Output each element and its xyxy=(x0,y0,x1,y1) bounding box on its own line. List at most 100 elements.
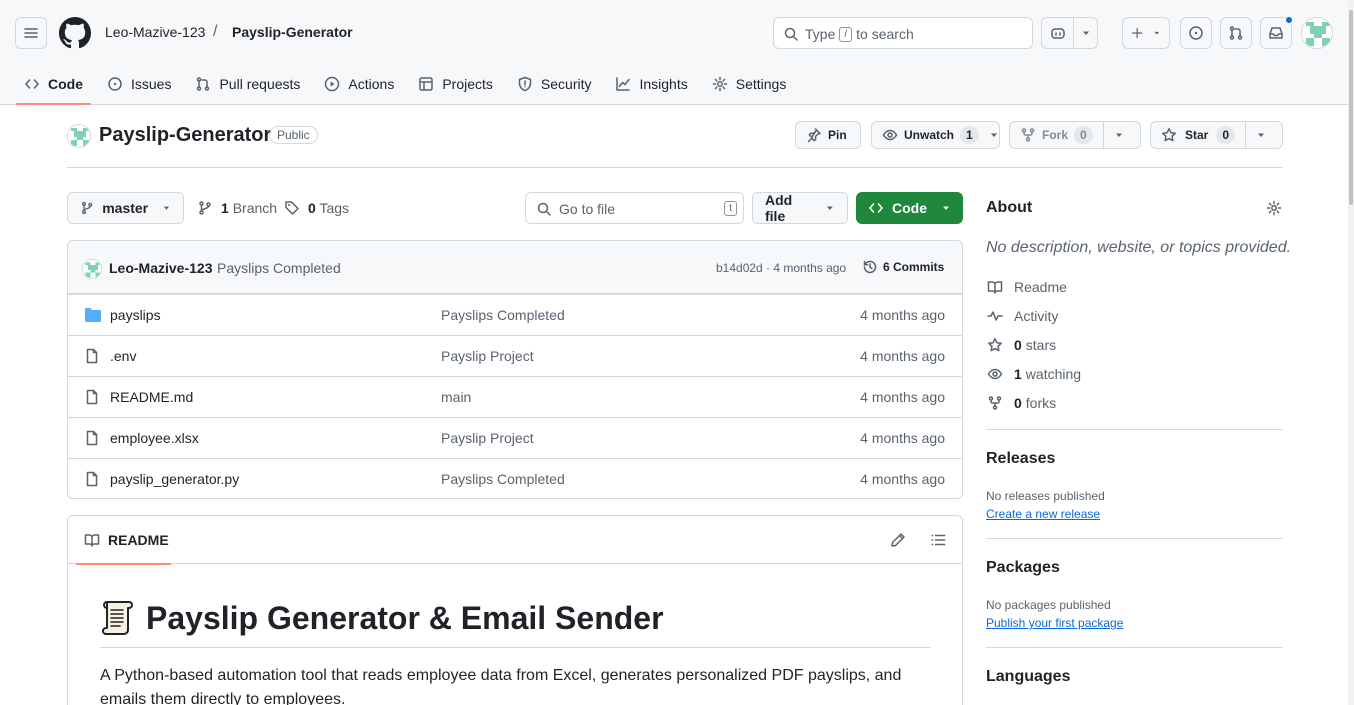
tab-code[interactable]: Code xyxy=(16,64,91,105)
unwatch-button[interactable]: Unwatch 1 xyxy=(872,122,987,148)
tab-projects[interactable]: Projects xyxy=(410,64,501,104)
create-new-button[interactable] xyxy=(1122,17,1170,49)
file-commit-message-link[interactable]: main xyxy=(441,389,471,405)
copilot-dropdown-button[interactable] xyxy=(1074,18,1097,48)
file-name-link[interactable]: employee.xlsx xyxy=(110,430,199,446)
publish-package-link[interactable]: Publish your first package xyxy=(986,616,1123,630)
star-dropdown-button[interactable] xyxy=(1246,122,1276,148)
tab-pull-requests-label: Pull requests xyxy=(219,76,301,92)
triangle-down-icon xyxy=(1154,31,1160,35)
file-name-link[interactable]: README.md xyxy=(110,389,193,405)
file-row[interactable]: payslips Payslips Completed 4 months ago xyxy=(68,294,962,335)
github-mark-icon xyxy=(59,17,91,49)
file-commit-message-link[interactable]: Payslips Completed xyxy=(441,471,565,487)
about-heading: About xyxy=(986,199,1033,216)
readme-link[interactable]: Readme xyxy=(986,278,1067,296)
list-unordered-icon[interactable] xyxy=(930,532,946,548)
latest-commit-bar: Leo-Mazive-123 Payslips Completed b14d02… xyxy=(68,241,962,294)
activity-link-label: Activity xyxy=(1014,308,1059,324)
fork-dropdown-button[interactable] xyxy=(1104,122,1134,148)
file-name-link[interactable]: payslips xyxy=(110,307,161,323)
file-row[interactable]: employee.xlsx Payslip Project 4 months a… xyxy=(68,417,962,458)
stars-count: 0 xyxy=(1014,337,1022,353)
readme-link-label: Readme xyxy=(1014,279,1067,295)
watch-dropdown-button[interactable] xyxy=(987,130,1005,140)
tab-issues[interactable]: Issues xyxy=(99,64,179,104)
commit-message-link[interactable]: Payslips Completed xyxy=(217,260,341,276)
file-row[interactable]: .env Payslip Project 4 months ago xyxy=(68,335,962,376)
tab-security[interactable]: Security xyxy=(509,64,600,104)
page-scrollbar-thumb[interactable] xyxy=(1349,10,1353,205)
packages-heading[interactable]: Packages xyxy=(986,559,1060,577)
commit-hash-and-time[interactable]: b14d02d · 4 months ago xyxy=(716,261,846,275)
file-row[interactable]: README.md main 4 months ago xyxy=(68,376,962,417)
code-clone-button[interactable]: Code xyxy=(856,192,963,224)
tab-pull-requests[interactable]: Pull requests xyxy=(187,64,308,104)
commit-count-label: 6 Commits xyxy=(883,260,945,274)
repo-owner-avatar[interactable] xyxy=(67,124,91,148)
stars-link[interactable]: 0 stars xyxy=(986,336,1056,354)
file-name-link[interactable]: payslip_generator.py xyxy=(110,471,239,487)
file-row[interactable]: payslip_generator.py Payslips Completed … xyxy=(68,458,962,498)
pin-icon xyxy=(807,128,821,143)
repo-title[interactable]: Payslip-Generator xyxy=(99,124,271,147)
breadcrumb-repo-link[interactable]: Payslip-Generator xyxy=(232,24,353,40)
git-branch-icon xyxy=(199,201,211,215)
go-to-file-input[interactable]: Go to file t xyxy=(525,192,744,224)
search-shortcut-key: / xyxy=(839,26,853,42)
gear-icon xyxy=(712,76,727,92)
repo-forked-icon xyxy=(1021,128,1035,142)
fork-button[interactable]: Fork 0 xyxy=(1010,122,1103,148)
identicon-avatar-icon xyxy=(68,125,90,147)
file-commit-age: 4 months ago xyxy=(860,348,945,364)
repo-forked-icon xyxy=(988,396,1002,410)
issues-shortcut-button[interactable] xyxy=(1180,17,1212,49)
sidebar-divider xyxy=(986,647,1283,648)
gear-icon[interactable] xyxy=(1266,200,1282,216)
create-release-link[interactable]: Create a new release xyxy=(986,507,1100,521)
watching-link[interactable]: 1 watching xyxy=(986,365,1081,383)
scroll-icon xyxy=(102,601,133,635)
forks-link[interactable]: 0 forks xyxy=(986,394,1056,412)
pencil-icon[interactable] xyxy=(890,532,906,548)
commit-author-avatar[interactable] xyxy=(82,259,102,279)
play-icon xyxy=(325,76,340,92)
readme-tab[interactable]: README xyxy=(76,516,171,565)
pulse-icon xyxy=(987,311,1003,321)
tab-insights[interactable]: Insights xyxy=(607,64,695,104)
file-commit-message-link[interactable]: Payslip Project xyxy=(441,430,534,446)
fork-count-badge: 0 xyxy=(1074,126,1093,144)
search-suffix-text: to search xyxy=(856,26,914,42)
commits-history-link[interactable]: 6 Commits xyxy=(862,259,944,275)
copilot-button[interactable] xyxy=(1042,18,1073,48)
hamburger-menu-button[interactable] xyxy=(15,17,47,49)
user-avatar[interactable] xyxy=(1301,17,1333,49)
file-commit-message-link[interactable]: Payslip Project xyxy=(441,348,534,364)
branches-link[interactable]: 1 Branch xyxy=(197,200,277,216)
github-logo[interactable] xyxy=(59,17,91,49)
star-button[interactable]: Star 0 xyxy=(1151,122,1245,148)
file-commit-message-link[interactable]: Payslips Completed xyxy=(441,307,565,323)
search-icon xyxy=(784,27,798,41)
about-description: No description, website, or topics provi… xyxy=(986,239,1292,256)
activity-link[interactable]: Activity xyxy=(986,307,1058,325)
watching-label: watching xyxy=(1025,366,1082,382)
file-icon xyxy=(86,471,98,487)
pull-requests-shortcut-button[interactable] xyxy=(1220,17,1252,49)
breadcrumb-owner-link[interactable]: Leo-Mazive-123 xyxy=(105,24,205,40)
tag-count: 0 xyxy=(308,200,316,216)
add-file-button[interactable]: Add file xyxy=(752,192,848,224)
triangle-down-icon xyxy=(1115,133,1122,137)
global-search-input[interactable]: Type / to search xyxy=(773,17,1033,49)
tags-link[interactable]: 0 Tags xyxy=(284,200,349,216)
tab-settings[interactable]: Settings xyxy=(704,64,795,104)
triangle-down-icon xyxy=(990,133,997,137)
tab-settings-label: Settings xyxy=(735,76,787,92)
commit-author-link[interactable]: Leo-Mazive-123 xyxy=(109,260,212,276)
file-name-link[interactable]: .env xyxy=(110,348,136,364)
triangle-down-icon xyxy=(1258,133,1265,137)
pin-button[interactable]: Pin xyxy=(795,121,861,149)
tab-actions[interactable]: Actions xyxy=(316,64,402,104)
releases-heading[interactable]: Releases xyxy=(986,450,1055,468)
branch-select-button[interactable]: master xyxy=(67,192,184,224)
